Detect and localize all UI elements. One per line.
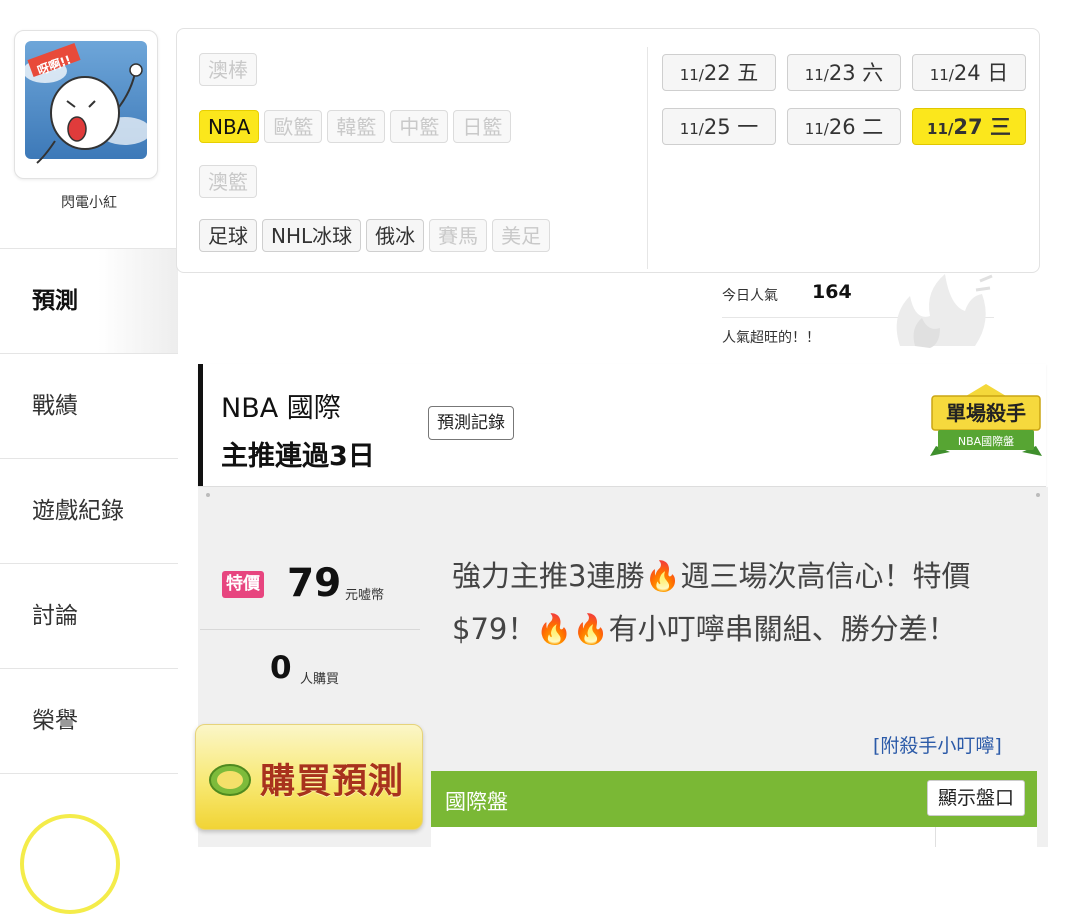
popularity-value: 164 (812, 281, 852, 303)
buy-prediction-button[interactable]: 購買預測 (195, 724, 423, 830)
odds-bar: 國際盤 顯示盤口 (431, 771, 1037, 827)
username: 閃電小紅 (61, 195, 117, 211)
price-value: 79 (287, 561, 342, 606)
badge-circle-icon (20, 814, 120, 914)
date-month: 11/ (679, 120, 704, 138)
date-weekday: 一 (737, 115, 759, 139)
date-chip[interactable]: 11/23 六 (787, 54, 901, 91)
buyers-unit: 人購買 (300, 672, 340, 687)
sidebar-item-label: 討論 (32, 603, 78, 629)
odds-table (431, 827, 1037, 847)
category-chip-china-basketball[interactable]: 中籃 (390, 110, 449, 143)
corner-dot (206, 493, 210, 497)
date-chip-selected[interactable]: 11/27 三 (912, 108, 1026, 145)
category-chip-nba[interactable]: NBA (199, 110, 260, 143)
category-chip-aus-basketball[interactable]: 澳籃 (199, 165, 257, 198)
badge-title: 單場殺手 (946, 401, 1026, 425)
killer-badge-icon: 單場殺手 NBA國際盤 (930, 384, 1042, 456)
category-chip-korea-basketball[interactable]: 韓籃 (327, 110, 386, 143)
category-chip-russia-hockey[interactable]: 俄冰 (366, 219, 425, 252)
date-month: 11/ (927, 120, 954, 138)
fire-art-icon (896, 274, 993, 348)
prediction-streak: 主推連過3日 (221, 441, 375, 472)
prediction-league: NBA 國際 (221, 393, 341, 424)
table-divider (935, 827, 936, 847)
category-chip-euro-basketball[interactable]: 歐籃 (264, 110, 323, 143)
date-month: 11/ (679, 66, 704, 84)
badge-subtitle: NBA國際盤 (958, 435, 1014, 448)
panel-divider (647, 47, 648, 269)
date-weekday: 五 (737, 61, 759, 85)
date-day: 27 (953, 115, 983, 139)
date-weekday: 六 (862, 61, 884, 85)
date-month: 11/ (929, 66, 954, 84)
date-day: 25 (703, 115, 731, 139)
odds-bar-title: 國際盤 (445, 790, 508, 814)
category-chip-soccer[interactable]: 足球 (199, 219, 257, 252)
buy-button-label: 購買預測 (260, 762, 405, 802)
date-chip[interactable]: 11/24 日 (912, 54, 1026, 91)
date-chip[interactable]: 11/22 五 (662, 54, 776, 91)
sidebar-item-label: 榮譽 (32, 708, 78, 734)
price-unit: 元嘘幣 (345, 588, 385, 603)
prediction-header: NBA 國際 主推連過3日 預測記錄 單場殺手 NBA國際盤 (198, 364, 1046, 487)
category-chip-nhl[interactable]: NHL冰球 (262, 219, 362, 252)
sidebar-item-predict[interactable]: 預測 (0, 248, 178, 353)
date-weekday: 二 (862, 115, 884, 139)
category-chip-aus-baseball[interactable]: 澳棒 (199, 53, 257, 86)
date-day: 24 (953, 61, 981, 85)
buyers-count: 0 (270, 650, 292, 686)
show-odds-button[interactable]: 顯示盤口 (926, 780, 1025, 816)
date-weekday: 日 (987, 61, 1009, 85)
date-month: 11/ (804, 66, 829, 84)
corner-dot (1036, 493, 1040, 497)
coin-icon (209, 764, 251, 796)
sidebar-item-game-log[interactable]: 遊戲紀錄 (0, 458, 178, 563)
sidebar-item-honor[interactable]: 榮譽 (0, 668, 178, 773)
sidebar: 呀啊!! 閃電小紅 預測 戰績 遊戲紀錄 討論 榮譽 (0, 0, 178, 914)
category-chip-japan-basketball[interactable]: 日籃 (453, 110, 512, 143)
category-chip-horse-racing[interactable]: 賽馬 (429, 219, 488, 252)
category-row: 澳籃 (199, 165, 257, 198)
avatar-illustration: 呀啊!! (23, 41, 151, 164)
date-month: 11/ (804, 120, 829, 138)
offer-description: 強力主推3連勝🔥週三場次高信心！特價$79！🔥🔥有小叮嚀串關組、勝分差！ (452, 559, 971, 646)
date-day: 26 (828, 115, 856, 139)
avatar[interactable]: 呀啊!! (14, 30, 158, 179)
date-day: 23 (828, 61, 856, 85)
date-weekday: 三 (989, 115, 1011, 139)
sidebar-item-label: 遊戲紀錄 (32, 498, 124, 524)
category-panel: 澳棒 NBA 歐籃 韓籃 中籃 日籃 澳籃 足球 NHL冰球 俄冰 賽馬 美足 … (176, 28, 1040, 273)
sidebar-item-discussion[interactable]: 討論 (0, 563, 178, 668)
date-chip[interactable]: 11/26 二 (787, 108, 901, 145)
popularity-caption: 人氣超旺的！！ (722, 330, 820, 346)
popularity-label: 今日人氣 (722, 288, 778, 304)
date-chip[interactable]: 11/25 一 (662, 108, 776, 145)
killer-tips-link[interactable]: [附殺手小叮嚀] (873, 731, 1002, 758)
date-day: 22 (703, 61, 731, 85)
prediction-record-button[interactable]: 預測記錄 (428, 406, 514, 440)
title-accent-bar (198, 364, 203, 486)
sidebar-item-label: 戰績 (32, 393, 78, 419)
category-row: NBA 歐籃 韓籃 中籃 日籃 (199, 110, 512, 143)
sidebar-item-record[interactable]: 戰績 (0, 353, 178, 458)
category-row: 澳棒 (199, 53, 257, 86)
category-chip-american-football[interactable]: 美足 (492, 219, 551, 252)
price-divider (200, 629, 420, 630)
special-price-tag: 特價 (222, 571, 264, 598)
sidebar-item-label: 預測 (32, 288, 78, 314)
category-row: 足球 NHL冰球 俄冰 賽馬 美足 (199, 219, 551, 252)
